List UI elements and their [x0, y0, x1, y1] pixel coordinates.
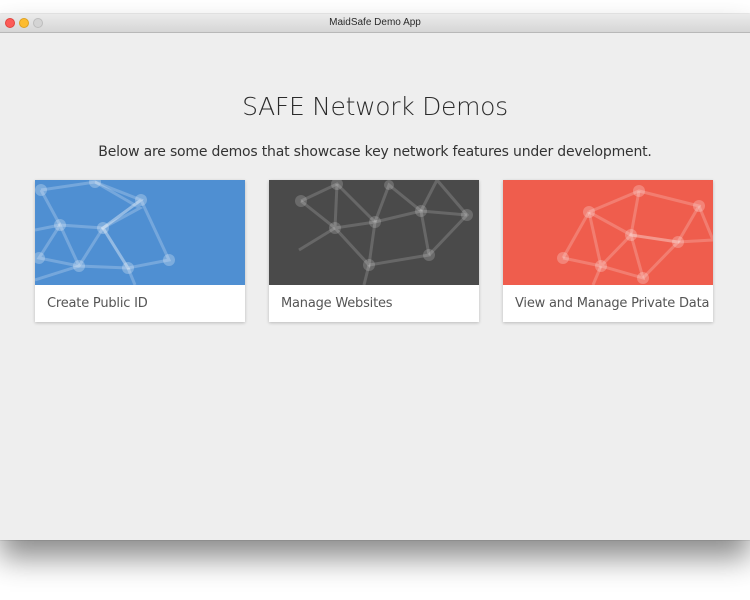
card-manage-websites[interactable]: Manage Websites — [269, 180, 479, 322]
page-title: SAFE Network Demos — [242, 92, 508, 121]
card-banner — [503, 180, 713, 285]
title-bar[interactable]: MaidSafe Demo App — [0, 14, 750, 33]
window-title: MaidSafe Demo App — [329, 17, 421, 28]
network-graph-icon — [35, 180, 245, 285]
card-banner — [269, 180, 479, 285]
network-graph-icon — [503, 180, 713, 285]
page-subtitle: Below are some demos that showcase key n… — [98, 144, 652, 160]
card-label: Create Public ID — [47, 296, 148, 311]
card-label: View and Manage Private Data — [515, 296, 710, 311]
card-banner — [35, 180, 245, 285]
network-graph-icon — [269, 180, 479, 285]
card-label: Manage Websites — [281, 296, 393, 311]
card-create-public-id[interactable]: Create Public ID — [35, 180, 245, 322]
app-window: MaidSafe Demo App SAFE Network Demos Bel… — [0, 14, 750, 540]
card-private-data[interactable]: View and Manage Private Data — [503, 180, 713, 322]
